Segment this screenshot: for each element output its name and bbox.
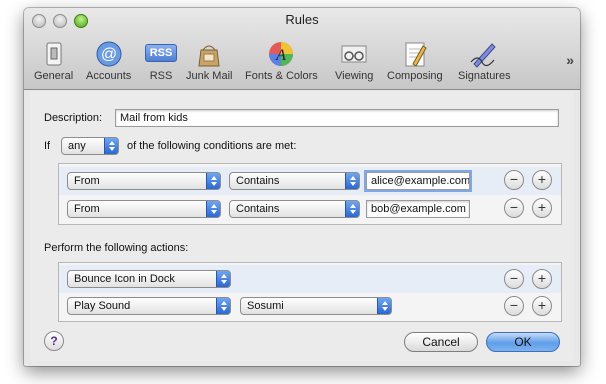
remove-condition-button[interactable]: − [504, 198, 524, 218]
actions-label: Perform the following actions: [44, 242, 189, 254]
condition-value-field[interactable]: bob@example.com [366, 200, 470, 218]
conditions-suffix-label: of the following conditions are met: [127, 140, 297, 152]
match-mode-popup[interactable]: any [61, 137, 119, 155]
condition-field-value: From [74, 203, 100, 215]
toolbar-label: Signatures [458, 70, 511, 82]
condition-operator-value: Contains [236, 203, 280, 215]
action-type-popup[interactable]: Play Sound [67, 297, 231, 315]
general-switch-icon [38, 40, 70, 68]
svg-text:A: A [275, 47, 286, 64]
popup-arrows-icon [345, 201, 359, 217]
action-type-value: Play Sound [74, 300, 131, 312]
condition-field-popup[interactable]: From [67, 172, 221, 190]
add-condition-button[interactable]: + [532, 198, 552, 218]
conditions-list: From Contains alice@example.com − + From… [58, 163, 562, 225]
composing-pencil-icon [399, 40, 431, 68]
action-row: Bounce Icon in Dock − + [59, 265, 561, 293]
description-label: Description: [44, 112, 103, 124]
window-titlebar: Rules General @ Accounts RSS RSS Junk Ma… [24, 8, 580, 90]
toolbar-viewing[interactable]: Viewing [335, 40, 373, 82]
popup-arrows-icon [345, 173, 359, 189]
match-mode-value: any [68, 140, 86, 152]
popup-arrows-icon [216, 271, 230, 287]
signature-pen-icon [468, 40, 500, 68]
condition-field-value: From [74, 175, 100, 187]
toolbar-fonts-colors[interactable]: A Fonts & Colors [245, 40, 318, 82]
rule-sheet: Description: Mail from kids If any of th… [30, 91, 574, 361]
svg-text:@: @ [101, 46, 117, 63]
action-type-value: Bounce Icon in Dock [74, 273, 175, 285]
window-title: Rules [285, 12, 319, 27]
remove-condition-button[interactable]: − [504, 170, 524, 190]
fonts-colors-icon: A [265, 40, 297, 68]
add-action-button[interactable]: + [532, 269, 552, 289]
rules-window: Rules General @ Accounts RSS RSS Junk Ma… [24, 8, 580, 366]
action-type-popup[interactable]: Bounce Icon in Dock [67, 270, 231, 288]
remove-action-button[interactable]: − [504, 296, 524, 316]
toolbar-label: Viewing [335, 70, 374, 82]
cancel-button[interactable]: Cancel [404, 332, 478, 352]
toolbar-signatures[interactable]: Signatures [458, 40, 511, 82]
remove-action-button[interactable]: − [504, 269, 524, 289]
toolbar-label: Junk Mail [186, 70, 233, 82]
condition-field-popup[interactable]: From [67, 200, 221, 218]
toolbar-general[interactable]: General [34, 40, 73, 82]
at-sign-icon: @ [93, 40, 125, 68]
description-field[interactable]: Mail from kids [115, 109, 559, 127]
toolbar-junk-mail[interactable]: Junk Mail [186, 40, 232, 82]
condition-row: From Contains bob@example.com − + [59, 195, 561, 223]
popup-arrows-icon [377, 298, 391, 314]
sound-value: Sosumi [247, 300, 284, 312]
toolbar-label: Fonts & Colors [245, 70, 318, 82]
toolbar-label: Composing [387, 70, 443, 82]
junk-mail-bag-icon [193, 40, 225, 68]
condition-operator-value: Contains [236, 175, 280, 187]
ok-button[interactable]: OK [486, 332, 560, 352]
toolbar-rss[interactable]: RSS RSS [145, 40, 177, 82]
action-row: Play Sound Sosumi − + [59, 293, 561, 321]
condition-operator-popup[interactable]: Contains [229, 200, 360, 218]
toolbar-label: General [34, 70, 74, 82]
condition-value-field[interactable]: alice@example.com [366, 172, 470, 190]
toolbar-overflow-button[interactable]: » [566, 52, 574, 68]
popup-arrows-icon [206, 201, 220, 217]
popup-arrows-icon [206, 173, 220, 189]
popup-arrows-icon [216, 298, 230, 314]
rss-badge: RSS [145, 44, 177, 62]
toolbar-label: RSS [149, 70, 173, 82]
sound-popup[interactable]: Sosumi [240, 297, 392, 315]
popup-arrows-icon [104, 138, 118, 154]
toolbar-label: Accounts [86, 70, 132, 82]
viewing-glasses-icon [338, 40, 370, 68]
add-condition-button[interactable]: + [532, 170, 552, 190]
help-button[interactable]: ? [44, 331, 64, 351]
condition-row: From Contains alice@example.com − + [59, 167, 561, 195]
toolbar-accounts[interactable]: @ Accounts [86, 40, 131, 82]
add-action-button[interactable]: + [532, 296, 552, 316]
actions-list: Bounce Icon in Dock − + Play Sound Sosum… [58, 262, 562, 322]
rss-icon: RSS [145, 40, 177, 68]
toolbar-composing[interactable]: Composing [387, 40, 443, 82]
if-label: If [44, 140, 51, 152]
condition-operator-popup[interactable]: Contains [229, 172, 360, 190]
